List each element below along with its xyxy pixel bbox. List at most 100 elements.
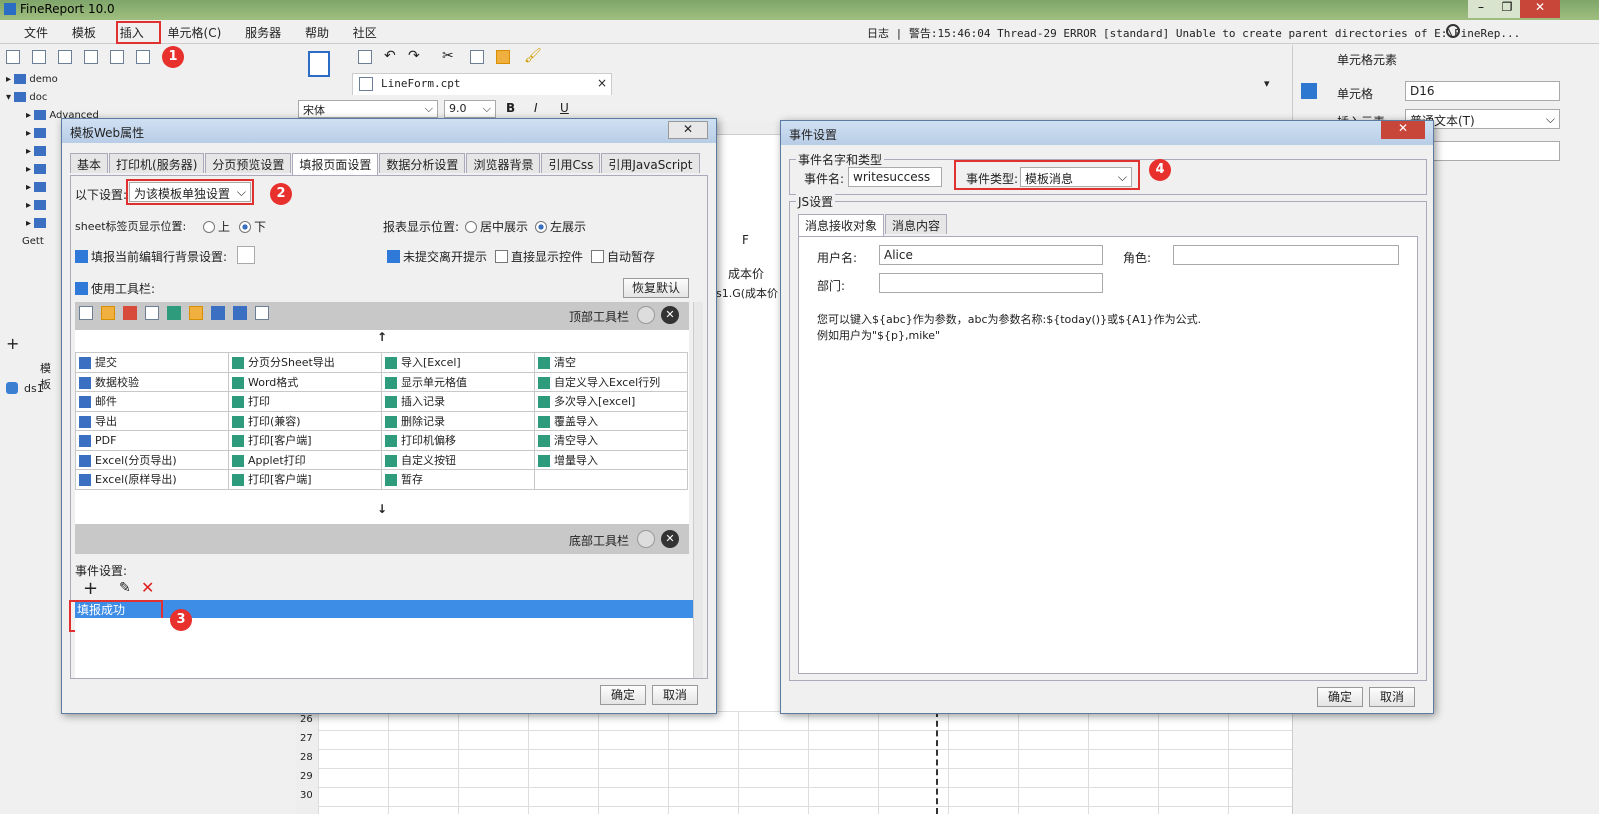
pdf-icon[interactable] xyxy=(123,306,137,320)
event-name-field[interactable]: writesuccess xyxy=(848,167,942,187)
undo-icon[interactable]: ↶ xyxy=(384,48,396,64)
grid-cells[interactable] xyxy=(318,711,1292,814)
cancel-button[interactable]: 取消 xyxy=(1369,687,1415,707)
ok-button[interactable]: 确定 xyxy=(600,685,646,705)
toolbar-button-cell[interactable]: 打印[客户端] xyxy=(228,469,382,490)
tab-message-content[interactable]: 消息内容 xyxy=(885,214,948,234)
arrow-down-button[interactable]: ↓ xyxy=(75,502,689,524)
toolbar-button-cell[interactable]: 删除记录 xyxy=(381,410,535,431)
delete-record-icon[interactable] xyxy=(233,306,247,320)
cell-element-icon[interactable] xyxy=(1301,83,1317,99)
format-brush-icon[interactable]: 🖌 xyxy=(524,48,542,64)
submit-icon[interactable] xyxy=(79,306,93,320)
menu-cell[interactable]: 单元格(C) xyxy=(158,20,232,41)
close-tab-icon[interactable]: × xyxy=(597,76,607,90)
paste-icon[interactable] xyxy=(496,50,510,64)
lock-icon[interactable] xyxy=(84,50,98,64)
tree-item[interactable]: ▸ xyxy=(26,128,47,139)
toolbar-button-cell[interactable]: 数据校验 xyxy=(75,371,229,392)
radio-center[interactable]: 居中展示 xyxy=(465,218,528,235)
tree-item[interactable]: ▸ xyxy=(26,164,47,175)
log-text[interactable]: 日志 | 警告:15:46:04 Thread-29 ERROR [standa… xyxy=(857,20,1530,41)
add-icon[interactable]: + xyxy=(6,334,19,353)
add-event-icon[interactable]: + xyxy=(83,578,98,599)
toolbar-button-cell[interactable]: 插入记录 xyxy=(381,391,535,412)
tab-data-analysis[interactable]: 数据分析设置 xyxy=(379,153,466,173)
toolbar-button-cell[interactable]: 自定义导入Excel行列 xyxy=(534,371,688,392)
radio-down[interactable]: 下 xyxy=(239,218,266,235)
toolbar-button-cell[interactable]: 增量导入 xyxy=(534,449,688,470)
tab-css[interactable]: 引用Css xyxy=(541,153,601,173)
tab-basic[interactable]: 基本 xyxy=(70,153,109,173)
user-field[interactable]: Alice xyxy=(879,245,1103,265)
toolbar-button-cell[interactable]: 导入[Excel] xyxy=(381,352,535,373)
tab-fill-page[interactable]: 填报页面设置 xyxy=(292,153,379,175)
gear-icon[interactable] xyxy=(637,306,655,324)
menu-server[interactable]: 服务器 xyxy=(235,20,291,41)
toolbar-button-cell[interactable]: 打印(兼容) xyxy=(228,410,382,431)
toolbar-button-cell[interactable]: Applet打印 xyxy=(228,449,382,470)
dialog-close-button[interactable]: ✕ xyxy=(668,121,708,139)
toolbar-button-cell[interactable]: 提交 xyxy=(75,352,229,373)
tab-page-preview[interactable]: 分页预览设置 xyxy=(205,153,292,173)
radio-left[interactable]: 左展示 xyxy=(535,218,586,235)
toolbar-button-cell[interactable]: 导出 xyxy=(75,410,229,431)
toolbar-button-cell[interactable]: 打印 xyxy=(228,391,382,412)
radio-up[interactable]: 上 xyxy=(203,218,230,235)
tree-item[interactable]: ▸ demo xyxy=(6,74,58,85)
toolbar-button-cell[interactable]: 清空 xyxy=(534,352,688,373)
tree-item[interactable]: ▸ xyxy=(26,218,47,229)
toolbar-button-cell[interactable]: Word格式 xyxy=(228,371,382,392)
autosave-checkbox[interactable]: 自动暂存 xyxy=(591,248,655,265)
tree-item[interactable]: ▸ xyxy=(26,146,47,157)
cut-icon[interactable]: ✂ xyxy=(442,48,454,64)
cost-header-cell[interactable]: 成本价 xyxy=(728,265,764,282)
toolbar-button-cell[interactable]: 暂存 xyxy=(381,469,535,490)
edit-icon[interactable]: ✎ xyxy=(119,580,131,596)
cell-name-field[interactable]: D16 xyxy=(1405,81,1560,101)
tab-javascript[interactable]: 引用JavaScript xyxy=(601,153,700,173)
preview-icon[interactable] xyxy=(308,51,330,77)
dialog-close-button[interactable]: ✕ xyxy=(1381,121,1425,139)
dataset-item[interactable]: ds1 xyxy=(24,382,44,395)
cancel-button[interactable]: 取消 xyxy=(652,685,698,705)
tab-printer[interactable]: 打印机(服务器) xyxy=(109,153,205,173)
tab-recipients[interactable]: 消息接收对象 xyxy=(798,214,885,236)
cost-formula-cell[interactable]: s1.G(成本价 xyxy=(716,285,778,301)
mail-icon[interactable] xyxy=(189,306,203,320)
file-tab[interactable]: LineForm.cpt × xyxy=(352,73,612,95)
toolbar-button-cell[interactable]: 打印机偏移 xyxy=(381,430,535,451)
menu-help[interactable]: 帮助 xyxy=(295,20,339,41)
toolbar-button-cell[interactable]: 分页分Sheet导出 xyxy=(228,352,382,373)
close-button[interactable]: ✕ xyxy=(1520,0,1560,18)
close-icon[interactable]: ✕ xyxy=(661,530,679,548)
row-header[interactable]: 28 xyxy=(296,749,318,768)
row-header[interactable]: 27 xyxy=(296,730,318,749)
refresh-icon[interactable] xyxy=(32,50,46,64)
unsubmit-checkbox[interactable]: 未提交离开提示 xyxy=(387,248,487,265)
insert-record-icon[interactable] xyxy=(211,306,225,320)
direct-show-checkbox[interactable]: 直接显示控件 xyxy=(495,248,583,265)
menu-file[interactable]: 文件 xyxy=(14,20,58,41)
gear-icon[interactable] xyxy=(637,530,655,548)
toolbar-button-cell[interactable]: PDF xyxy=(75,430,229,451)
print-icon[interactable] xyxy=(145,306,159,320)
paint-bucket-icon[interactable] xyxy=(237,246,255,264)
toolbar-button-cell[interactable]: 显示单元格值 xyxy=(381,371,535,392)
minimize-button[interactable]: – xyxy=(1468,0,1494,18)
toolbar-button-cell[interactable]: 自定义按钮 xyxy=(381,449,535,470)
delete-icon[interactable]: ✕ xyxy=(141,578,154,597)
delete-icon[interactable] xyxy=(110,50,124,64)
use-toolbar-checkbox[interactable]: 使用工具栏: xyxy=(75,280,155,297)
toolbar-button-cell[interactable]: 多次导入[excel] xyxy=(534,391,688,412)
font-select[interactable]: 宋体 ⌵ xyxy=(298,100,438,118)
search-icon[interactable] xyxy=(1446,24,1460,38)
toolbar-button-cell[interactable]: 覆盖导入 xyxy=(534,410,688,431)
new-folder-icon[interactable] xyxy=(6,50,20,64)
font-size-select[interactable]: 9.0 ⌵ xyxy=(444,100,496,118)
toolbar-button-cell[interactable]: 清空导入 xyxy=(534,430,688,451)
toolbar-button-cell[interactable]: Excel(分页导出) xyxy=(75,449,229,470)
bold-icon[interactable]: B xyxy=(506,101,515,115)
tree-item[interactable]: Gett xyxy=(22,236,44,247)
ok-button[interactable]: 确定 xyxy=(1317,687,1363,707)
